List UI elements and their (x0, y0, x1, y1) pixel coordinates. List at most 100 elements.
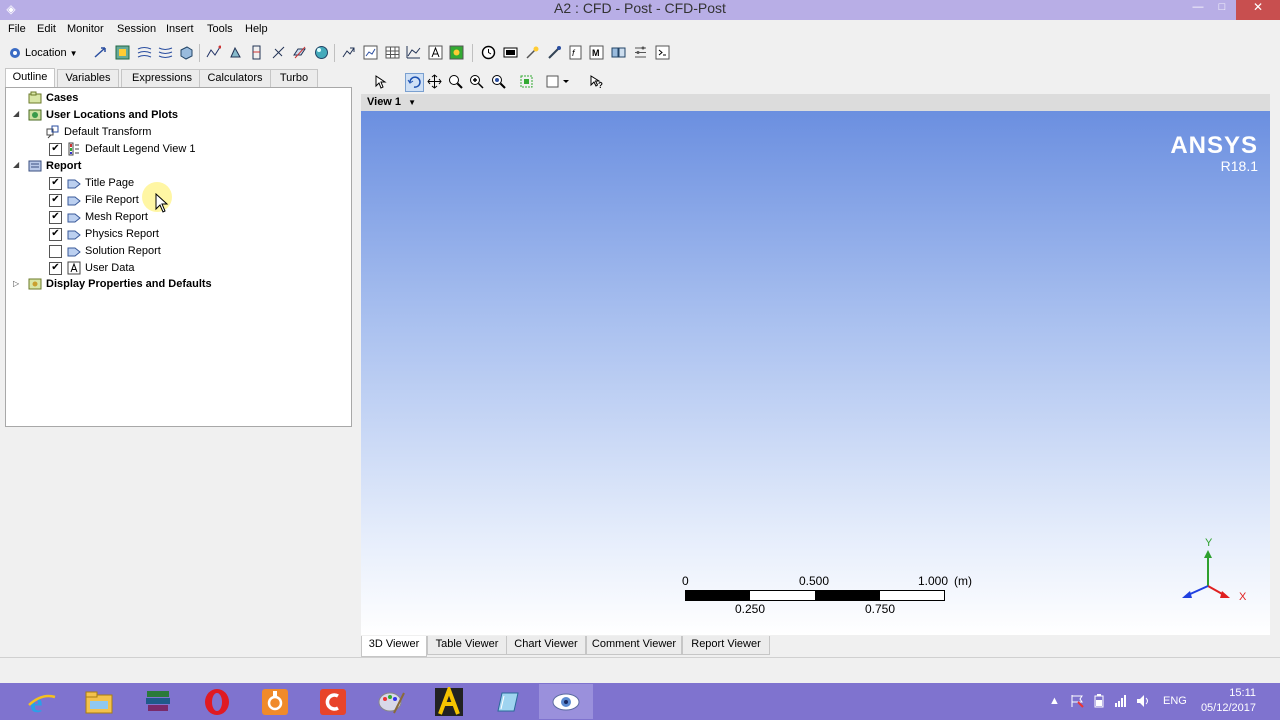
books-app-icon[interactable] (131, 684, 185, 719)
collapse-arrow-icon[interactable]: ◢ (13, 161, 21, 169)
vortex-core-icon[interactable] (270, 44, 287, 61)
tree-item-user-data[interactable]: ✔ User Data (49, 260, 135, 276)
view-selector[interactable]: View 1 ▼ (367, 96, 416, 108)
tab-report-viewer[interactable]: Report Viewer (682, 636, 770, 655)
system-clock[interactable]: 15:11 05/12/2017 (1201, 686, 1256, 716)
visibility-checkbox[interactable]: ✔ (49, 176, 62, 190)
menu-monitor[interactable]: Monitor (67, 23, 104, 35)
polyline-icon[interactable] (340, 44, 357, 61)
viewport-layout-dropdown[interactable] (546, 73, 572, 90)
visibility-checkbox[interactable]: ✔ (49, 193, 62, 207)
coord-frame-icon[interactable] (610, 44, 627, 61)
legend-icon[interactable] (448, 44, 465, 61)
menu-insert[interactable]: Insert (166, 23, 194, 35)
help-cursor-icon[interactable]: ? (588, 73, 605, 90)
volume-icon[interactable] (1136, 694, 1150, 708)
zoom-icon[interactable] (447, 73, 464, 90)
chart-icon[interactable] (362, 44, 379, 61)
display-properties-icon (28, 277, 42, 291)
particle-track-icon[interactable] (205, 44, 222, 61)
language-indicator[interactable]: ENG (1163, 695, 1187, 707)
tree-item-default-transform[interactable]: Default Transform (46, 124, 151, 140)
tab-calculators[interactable]: Calculators (199, 69, 271, 87)
internet-explorer-icon[interactable]: e (15, 684, 69, 719)
menu-file[interactable]: File (8, 23, 26, 35)
fit-selection-icon[interactable] (518, 73, 535, 90)
tree-item-display-properties[interactable]: Display Properties and Defaults (28, 276, 212, 292)
tab-variables[interactable]: Variables (57, 69, 119, 87)
flag-icon[interactable] (1070, 694, 1084, 708)
pan-icon[interactable] (426, 73, 443, 90)
volume-icon[interactable] (227, 44, 244, 61)
table-icon[interactable] (384, 44, 401, 61)
tab-table-viewer[interactable]: Table Viewer (427, 636, 507, 655)
ansys-app-icon[interactable] (422, 684, 476, 719)
signal-icon[interactable] (1114, 694, 1128, 708)
visibility-checkbox[interactable]: ✔ (49, 210, 62, 224)
tab-chart-viewer[interactable]: Chart Viewer (506, 636, 586, 655)
visibility-checkbox[interactable]: ✔ (49, 142, 62, 156)
vector-icon[interactable] (92, 44, 109, 61)
visibility-checkbox[interactable] (49, 244, 62, 258)
red-c-app-icon[interactable] (306, 684, 360, 719)
menu-session[interactable]: Session (117, 23, 156, 35)
menu-help[interactable]: Help (245, 23, 268, 35)
isoclip-icon[interactable] (248, 44, 265, 61)
battery-icon[interactable] (1092, 694, 1106, 708)
zoom-box-icon[interactable] (468, 73, 485, 90)
sphere-icon[interactable] (313, 44, 330, 61)
user-surface-icon[interactable] (632, 44, 649, 61)
contour-icon[interactable] (114, 44, 131, 61)
expand-arrow-icon[interactable]: ▷ (13, 280, 21, 288)
tree-item-cases[interactable]: Cases (28, 90, 78, 106)
text-icon[interactable] (427, 44, 444, 61)
tree-item-mesh-report[interactable]: ✔ Mesh Report (49, 209, 148, 225)
close-button[interactable]: ✕ (1236, 0, 1280, 20)
tree-item-report[interactable]: Report (28, 158, 81, 174)
file-explorer-icon[interactable] (72, 684, 126, 719)
3d-viewport[interactable]: ANSYS R18.1 0 0.500 1.000 (m) 0.250 0.75… (361, 111, 1270, 635)
tab-turbo[interactable]: Turbo (270, 69, 318, 87)
maximize-button[interactable]: □ (1208, 0, 1236, 20)
tab-comment-viewer[interactable]: Comment Viewer (586, 636, 682, 655)
cfd-post-app-icon[interactable] (539, 684, 593, 719)
fit-view-icon[interactable] (490, 73, 507, 90)
scale-label-0250: 0.250 (735, 602, 766, 616)
blue-app-icon[interactable] (480, 684, 534, 719)
visibility-checkbox[interactable]: ✔ (49, 227, 62, 241)
select-icon[interactable] (372, 73, 389, 90)
tray-up-arrow-icon[interactable]: ▲ (1049, 695, 1060, 707)
polyline-chart-icon[interactable] (405, 44, 422, 61)
tree-item-solution-report[interactable]: Solution Report (49, 243, 161, 259)
color-pick-icon[interactable] (546, 44, 563, 61)
menu-edit[interactable]: Edit (37, 23, 56, 35)
streamline-icon[interactable] (136, 44, 153, 61)
menu-bar: File Edit Monitor Session Insert Tools H… (0, 20, 1280, 40)
tree-item-title-page[interactable]: ✔ Title Page (49, 175, 134, 191)
command-icon[interactable] (654, 44, 671, 61)
tree-item-physics-report[interactable]: ✔ Physics Report (49, 226, 159, 242)
expression-icon[interactable]: f (567, 44, 584, 61)
mesh-icon[interactable]: M (588, 44, 605, 61)
tree-item-user-locations[interactable]: User Locations and Plots (28, 107, 178, 123)
menu-tools[interactable]: Tools (207, 23, 233, 35)
location-dropdown[interactable]: Location ▼ (8, 44, 86, 62)
tree-item-default-legend[interactable]: ✔ Default Legend View 1 (49, 141, 196, 157)
isosurface-icon[interactable] (178, 44, 195, 61)
tab-expressions[interactable]: Expressions (121, 69, 203, 87)
tree-label-default-legend: Default Legend View 1 (85, 143, 196, 155)
tab-outline[interactable]: Outline (5, 68, 55, 88)
orange-app-icon[interactable] (248, 684, 302, 719)
clock-icon[interactable] (480, 44, 497, 61)
light-icon[interactable] (524, 44, 541, 61)
instance-transform-icon[interactable] (502, 44, 519, 61)
collapse-arrow-icon[interactable]: ◢ (13, 110, 21, 118)
opera-icon[interactable] (190, 684, 244, 719)
surface-icon[interactable] (291, 44, 308, 61)
tree-item-file-report[interactable]: ✔ File Report (49, 192, 139, 208)
paint-app-icon[interactable] (364, 684, 418, 719)
rotate-icon[interactable] (405, 73, 424, 92)
visibility-checkbox[interactable]: ✔ (49, 261, 62, 275)
tab-3d-viewer[interactable]: 3D Viewer (361, 636, 427, 657)
volume-rendering-icon[interactable] (157, 44, 174, 61)
